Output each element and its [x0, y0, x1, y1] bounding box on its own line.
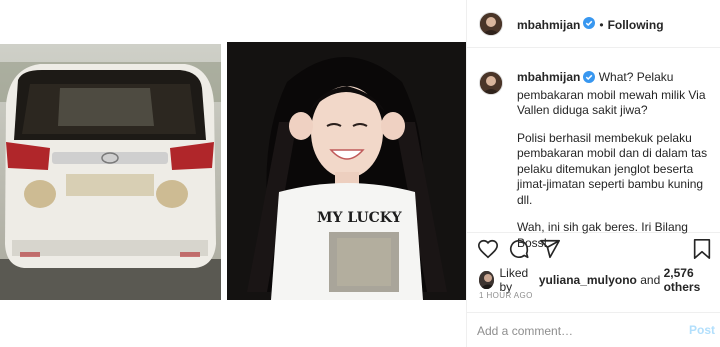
post-media[interactable]: MY LUCKY	[0, 0, 466, 347]
avatar[interactable]	[479, 12, 503, 36]
likes-summary: Liked by yuliana_mulyono and 2,576 other…	[479, 266, 720, 294]
action-bar	[467, 234, 720, 264]
liker-avatar[interactable]	[479, 271, 494, 289]
verified-badge-icon	[583, 71, 596, 88]
liker-username[interactable]: yuliana_mulyono	[539, 273, 637, 287]
photo-burned-car	[0, 44, 221, 300]
share-icon[interactable]	[539, 238, 561, 260]
comment-bar: Post	[467, 312, 720, 347]
following-button[interactable]: Following	[608, 18, 664, 32]
post-timestamp[interactable]: 1 HOUR AGO	[479, 291, 533, 300]
heart-icon[interactable]	[477, 238, 499, 260]
photo-woman: MY LUCKY	[227, 42, 466, 300]
likes-and: and	[640, 273, 661, 287]
caption-username[interactable]: mbahmijan	[517, 70, 580, 84]
post-side-panel: mbahmijan • Following mbahmijan What? Pe…	[466, 0, 720, 347]
shirt-text: MY LUCKY	[317, 210, 403, 226]
header-separator: •	[599, 18, 604, 32]
header-username[interactable]: mbahmijan	[517, 18, 580, 32]
caption-text: mbahmijan What? Pelaku pembakaran mobil …	[517, 70, 717, 251]
caption-avatar[interactable]	[479, 71, 503, 95]
comment-input[interactable]	[477, 322, 677, 340]
verified-badge-icon	[583, 16, 596, 34]
caption-paragraph-2: Polisi berhasil membekuk pelaku pembakar…	[517, 130, 708, 207]
likes-others-link[interactable]: 2,576 others	[664, 266, 720, 294]
comment-icon[interactable]	[508, 238, 530, 260]
likes-prefix: Liked by	[499, 266, 529, 294]
bookmark-icon[interactable]	[691, 238, 713, 260]
post-button[interactable]: Post	[689, 323, 715, 337]
caption-area: mbahmijan What? Pelaku pembakaran mobil …	[467, 49, 720, 250]
post-header: mbahmijan • Following	[467, 0, 720, 48]
